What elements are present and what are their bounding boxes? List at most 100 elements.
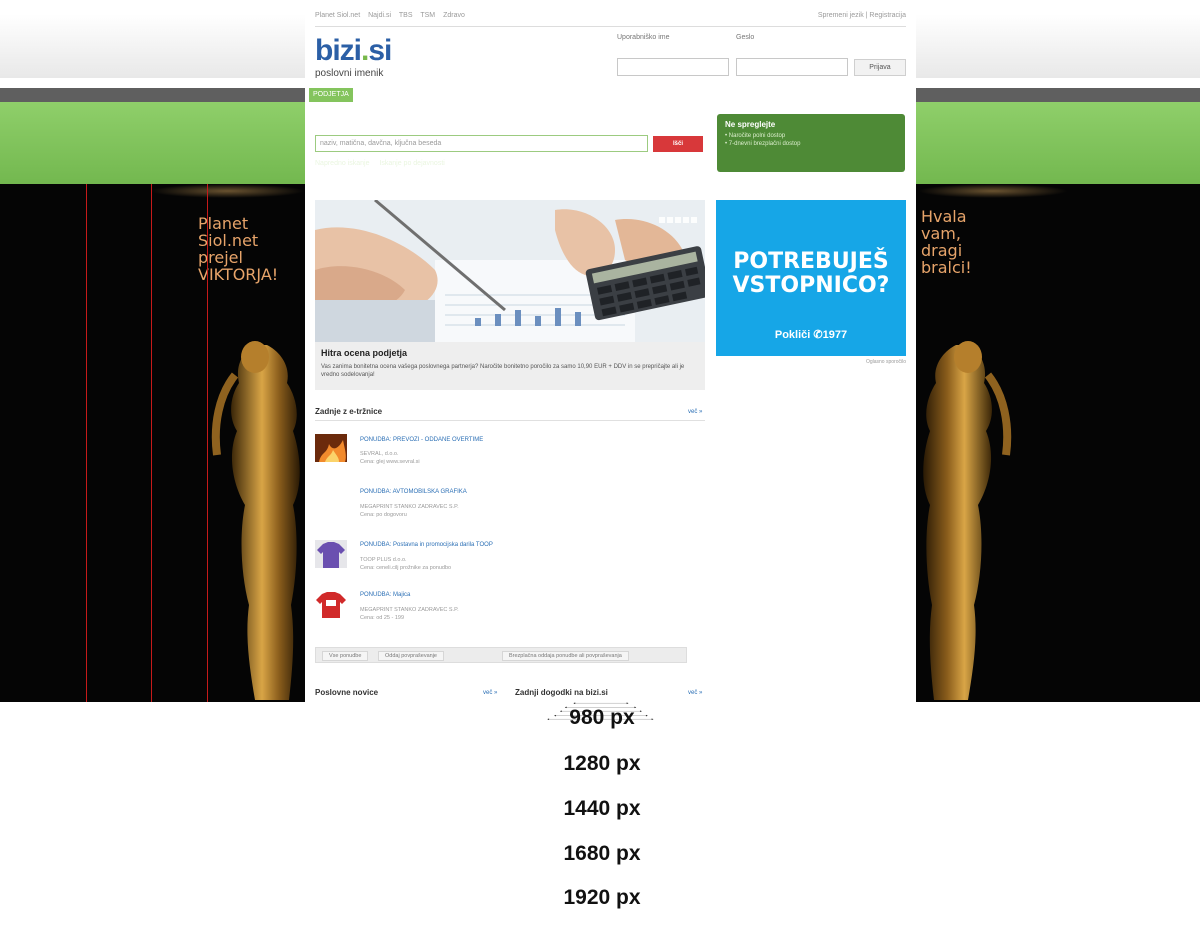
stage-glow-left [150,184,305,198]
site-tagline: poslovni imenik [315,68,384,79]
side-text-right: Hvala vam, dragi bralci! [921,208,972,276]
slider-dot[interactable] [675,217,681,223]
top-right-links[interactable]: Spremeni jezik | Registracija [818,12,906,19]
guide-line-1280 [207,184,208,702]
username-field[interactable] [617,58,729,76]
nav-item-analiza-trga[interactable]: ANALIZA TRGA [432,88,482,102]
guide-line-1440 [151,184,152,702]
market-item-meta: MEGAPRINT STANKO ZADRAVEC S.P. [360,504,459,510]
search-links: Napredno iskanje Iskanje po dejavnosti [315,160,453,167]
ad-call-number: 1977 [822,329,848,341]
search-input[interactable]: naziv, matična, davčna, ključna beseda [315,135,648,152]
calculator-photo [315,200,705,342]
slider-dot[interactable] [667,217,673,223]
promo-line[interactable]: • 7-dnevni brezplačni dostop [725,140,897,148]
dimension-label-1920: 1920 px [563,886,641,909]
top-band-left-fade [0,14,305,78]
password-field[interactable] [736,58,848,76]
promo-box[interactable]: Ne spreglejte • Naročite polni dostop • … [717,114,905,172]
search-area: Iskanje podjetja naziv, matična, davčna,… [305,102,916,184]
news-more-link[interactable]: več » [483,690,497,696]
password-label: Geslo [736,34,755,41]
item-thumb-shirt-purple[interactable] [315,540,347,568]
ad-headline-1: POTREBUJEŠ [733,249,889,274]
market-item-meta: Cena: po dogovoru [360,512,407,518]
market-item-meta: Cena: glej www.sevral.si [360,459,420,465]
ad-note: Oglasno sporočilo [865,359,906,365]
slider-dots [657,210,697,228]
top-links: Planet Siol.net Najdi.si TBS TSM Zdravo [315,12,471,19]
logo-tld: si [368,34,392,67]
hero-text: Vas zanima bonitetna ocena vašega poslov… [321,364,685,378]
phone-icon: ✆ [813,329,823,341]
side-left-line: Planet [198,214,249,233]
market-item-title[interactable]: PONUDBA: Postavna in promocijska darila … [360,542,493,548]
side-right-line: Hvala [921,207,967,226]
dimension-label-1280: 1280 px [563,752,641,775]
hero-slider[interactable]: Hitra ocena podjetja Vas zanima bonitetn… [315,200,705,390]
slider-dot[interactable] [659,217,665,223]
tab-submit-request[interactable]: Oddaj povpraševanje [378,651,444,661]
ad-headline-2: VSTOPNICO? [732,273,890,298]
advanced-search-link[interactable]: Napredno iskanje [315,160,369,167]
events-more-link[interactable]: več » [688,690,702,696]
side-right-line: bralci! [921,258,972,277]
nav-item-moji-podjetje[interactable]: MOJI PODJETJE [568,88,622,102]
main-nav: PODJETJA E-TRŽNICA ANALIZA TRGA PROJEKTI… [305,88,916,102]
market-more-link[interactable]: več » [688,409,702,415]
guide-line-1680 [86,184,87,702]
award-statue-left [211,341,300,700]
nav-item-e-trznica[interactable]: E-TRŽNICA [365,88,402,102]
market-divider [315,420,705,421]
nav-item-podjetja[interactable]: PODJETJA [309,88,353,102]
logo-main: bizi [315,34,362,67]
tab-free-submission[interactable]: Brezplačna oddaja ponudbe ali povpraševa… [502,651,629,661]
top-link[interactable]: Zdravo [443,12,465,19]
slider-dot[interactable] [683,217,689,223]
market-item-title[interactable]: PONUDBA: AVTOMOBILSKA GRAFIKA [360,489,467,495]
item-thumb-fire[interactable] [315,434,347,462]
market-item-meta: TOOP PLUS d.o.o. [360,557,407,563]
side-text-left: Planet Siol.net prejel VIKTORJA! [198,215,278,283]
top-band-right-fade [916,14,1200,78]
nav-item-o-nas[interactable]: O NAS [657,88,679,102]
market-tabs: Vse ponudbe Oddaj povpraševanje Brezplač… [315,647,687,663]
login-button[interactable]: Prijava [854,59,906,76]
hero-title[interactable]: Hitra ocena podjetja [321,348,407,358]
side-left-line: prejel [198,248,243,267]
market-item-title[interactable]: PONUDBA: PREVOZI - ODDANE OVERTIME [360,437,483,443]
ad-call-text: Pokliči [774,329,811,341]
site-logo[interactable]: bizi.si [315,34,392,67]
award-statue-right [923,341,1012,700]
top-link[interactable]: TSM [420,12,435,19]
top-link[interactable]: Planet Siol.net [315,12,360,19]
side-left-line: VIKTORJA! [198,265,279,284]
market-item-title[interactable]: PONUDBA: Majica [360,592,410,598]
top-link[interactable]: TBS [399,12,413,19]
hero-image [315,200,705,342]
dimension-label-1440: 1440 px [563,797,641,820]
nav-item-projekti[interactable]: PROJEKTI [513,88,547,102]
search-label: Iskanje podjetja [315,120,376,129]
search-button[interactable]: Išči [653,136,703,152]
slider-dot[interactable] [691,217,697,223]
market-item-meta: MEGAPRINT STANKO ZADRAVEC S.P. [360,607,459,613]
activity-search-link[interactable]: Iskanje po dejavnosti [379,160,444,167]
side-left-line: Siol.net [198,231,259,250]
ad-call: Pokliči ✆1977 [716,328,906,341]
market-item-meta: Cena: ceneli.cilj prožnike za ponudbo [360,565,452,571]
username-label: Uporabniško ime [617,34,670,41]
item-thumb-shirt-red[interactable] [315,590,347,618]
dimension-label-980: 980 px [569,706,635,729]
tab-all-offers[interactable]: Vse ponudbe [322,651,369,661]
screenshot-stage: Planet Siol.net prejel VIKTORJA! Hvala v… [0,0,1200,925]
market-item-meta: SEVRAL, d.o.o. [360,451,399,457]
side-right-line: vam, [921,224,961,243]
top-link[interactable]: Najdi.si [368,12,391,19]
stage-glow-right [918,184,1068,198]
ticket-ad-banner[interactable]: POTREBUJEŠ VSTOPNICO? Pokliči ✆1977 [716,200,906,356]
bizi-page: Planet Siol.net Najdi.si TBS TSM Zdravo … [305,0,916,704]
market-item-meta: Cena: od 25 - 199 [360,615,405,621]
top-divider [315,26,906,27]
promo-line[interactable]: • Naročite polni dostop [725,132,897,140]
